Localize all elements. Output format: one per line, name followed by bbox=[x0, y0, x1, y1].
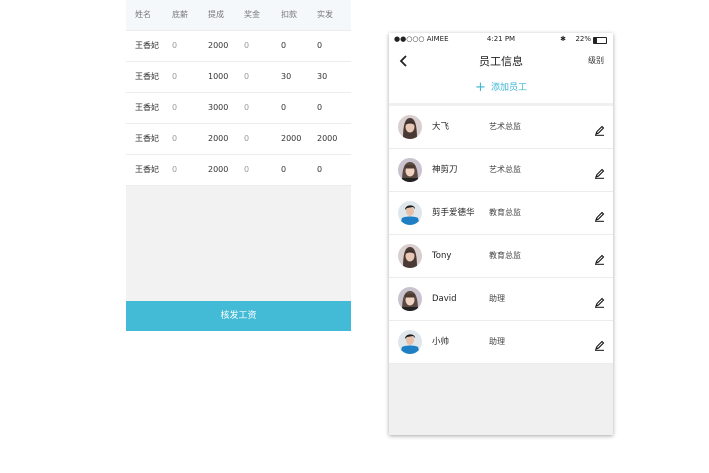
employee-name: David bbox=[432, 294, 457, 304]
cell-deduction: 2000 bbox=[281, 134, 302, 143]
edit-icon[interactable] bbox=[594, 121, 605, 136]
employee-list: 大飞 艺术总监 神剪刀 艺术总监 剪手爱德华 教育总监 Tony 教育总监 Da… bbox=[389, 106, 613, 364]
list-item[interactable]: David 助理 bbox=[389, 278, 613, 321]
cell-commission: 2000 bbox=[208, 41, 229, 50]
avatar bbox=[398, 201, 422, 225]
table-row[interactable]: 王香妃 0 2000 0 0 0 bbox=[126, 31, 351, 62]
salary-screen: 姓名 底薪 提成 奖金 扣款 实发 王香妃 0 2000 0 0 0 王香妃 0… bbox=[126, 0, 351, 331]
cell-bonus: 0 bbox=[244, 72, 250, 81]
cell-name: 王香妃 bbox=[135, 134, 159, 143]
status-bar: ●●○○○ AIMEE 4:21 PM ✱ 22% bbox=[389, 33, 613, 47]
battery-icon bbox=[593, 37, 607, 44]
bluetooth-icon: ✱ bbox=[560, 35, 566, 43]
issue-salary-button[interactable]: 核发工资 bbox=[126, 301, 351, 331]
cell-deduction: 0 bbox=[281, 41, 287, 50]
employee-name: 剪手爱德华 bbox=[432, 208, 475, 218]
employee-role: 助理 bbox=[489, 337, 505, 346]
cell-bonus: 0 bbox=[244, 103, 250, 112]
employee-info-screen: ●●○○○ AIMEE 4:21 PM ✱ 22% 员工信息 级别 + 添加员工 … bbox=[389, 33, 613, 435]
employee-name: 大飞 bbox=[432, 122, 450, 132]
avatar bbox=[398, 287, 422, 311]
cell-base-pay: 0 bbox=[172, 41, 178, 50]
salary-table: 姓名 底薪 提成 奖金 扣款 实发 王香妃 0 2000 0 0 0 王香妃 0… bbox=[126, 0, 351, 186]
header-name: 姓名 bbox=[135, 10, 151, 19]
page-title: 员工信息 bbox=[479, 55, 523, 68]
header-base-pay: 底薪 bbox=[172, 10, 188, 19]
cell-net-pay: 2000 bbox=[317, 134, 338, 143]
employee-role: 艺术总监 bbox=[489, 165, 521, 174]
cell-base-pay: 0 bbox=[172, 103, 178, 112]
edit-icon[interactable] bbox=[594, 250, 605, 265]
table-row[interactable]: 王香妃 0 2000 0 2000 2000 bbox=[126, 124, 351, 155]
list-item[interactable]: Tony 教育总监 bbox=[389, 235, 613, 278]
cell-commission: 1000 bbox=[208, 72, 229, 81]
cell-bonus: 0 bbox=[244, 165, 250, 174]
avatar bbox=[398, 115, 422, 139]
cell-deduction: 30 bbox=[281, 72, 292, 81]
cell-commission: 3000 bbox=[208, 103, 229, 112]
cell-net-pay: 0 bbox=[317, 41, 323, 50]
employee-role: 艺术总监 bbox=[489, 122, 521, 131]
level-button[interactable]: 级别 bbox=[588, 55, 604, 66]
plus-icon: + bbox=[475, 80, 486, 95]
nav-bar: 员工信息 级别 bbox=[389, 47, 613, 74]
cell-name: 王香妃 bbox=[135, 72, 159, 81]
cell-commission: 2000 bbox=[208, 134, 229, 143]
cell-commission: 2000 bbox=[208, 165, 229, 174]
edit-icon[interactable] bbox=[594, 207, 605, 222]
table-row[interactable]: 王香妃 0 3000 0 0 0 bbox=[126, 93, 351, 124]
header-net-pay: 实发 bbox=[317, 10, 333, 19]
table-row[interactable]: 王香妃 0 1000 0 30 30 bbox=[126, 62, 351, 93]
battery-percent: 22% bbox=[575, 35, 591, 43]
employee-role: 教育总监 bbox=[489, 208, 521, 217]
list-item[interactable]: 神剪刀 艺术总监 bbox=[389, 149, 613, 192]
header-deduction: 扣款 bbox=[281, 10, 297, 19]
avatar bbox=[398, 244, 422, 268]
edit-icon[interactable] bbox=[594, 164, 605, 179]
cell-base-pay: 0 bbox=[172, 72, 178, 81]
cell-deduction: 0 bbox=[281, 103, 287, 112]
avatar bbox=[398, 330, 422, 354]
cell-name: 王香妃 bbox=[135, 41, 159, 50]
cell-bonus: 0 bbox=[244, 134, 250, 143]
cell-net-pay: 0 bbox=[317, 103, 323, 112]
list-item[interactable]: 大飞 艺术总监 bbox=[389, 106, 613, 149]
employee-role: 教育总监 bbox=[489, 251, 521, 260]
cell-base-pay: 0 bbox=[172, 134, 178, 143]
cell-base-pay: 0 bbox=[172, 165, 178, 174]
edit-icon[interactable] bbox=[594, 293, 605, 308]
cell-name: 王香妃 bbox=[135, 103, 159, 112]
cell-bonus: 0 bbox=[244, 41, 250, 50]
avatar bbox=[398, 158, 422, 182]
add-employee-button[interactable]: + 添加员工 bbox=[389, 73, 613, 103]
header-bonus: 奖金 bbox=[244, 10, 260, 19]
cell-name: 王香妃 bbox=[135, 165, 159, 174]
table-row[interactable]: 王香妃 0 2000 0 0 0 bbox=[126, 155, 351, 186]
employee-name: Tony bbox=[432, 251, 452, 261]
cell-deduction: 0 bbox=[281, 165, 287, 174]
employee-role: 助理 bbox=[489, 294, 505, 303]
edit-icon[interactable] bbox=[594, 336, 605, 351]
list-item[interactable]: 小帅 助理 bbox=[389, 321, 613, 364]
header-commission: 提成 bbox=[208, 10, 224, 19]
cell-net-pay: 0 bbox=[317, 165, 323, 174]
employee-name: 神剪刀 bbox=[432, 165, 458, 175]
salary-table-header: 姓名 底薪 提成 奖金 扣款 实发 bbox=[126, 0, 351, 31]
list-item[interactable]: 剪手爱德华 教育总监 bbox=[389, 192, 613, 235]
add-employee-label: 添加员工 bbox=[490, 83, 527, 93]
cell-net-pay: 30 bbox=[317, 72, 328, 81]
employee-name: 小帅 bbox=[432, 337, 450, 347]
